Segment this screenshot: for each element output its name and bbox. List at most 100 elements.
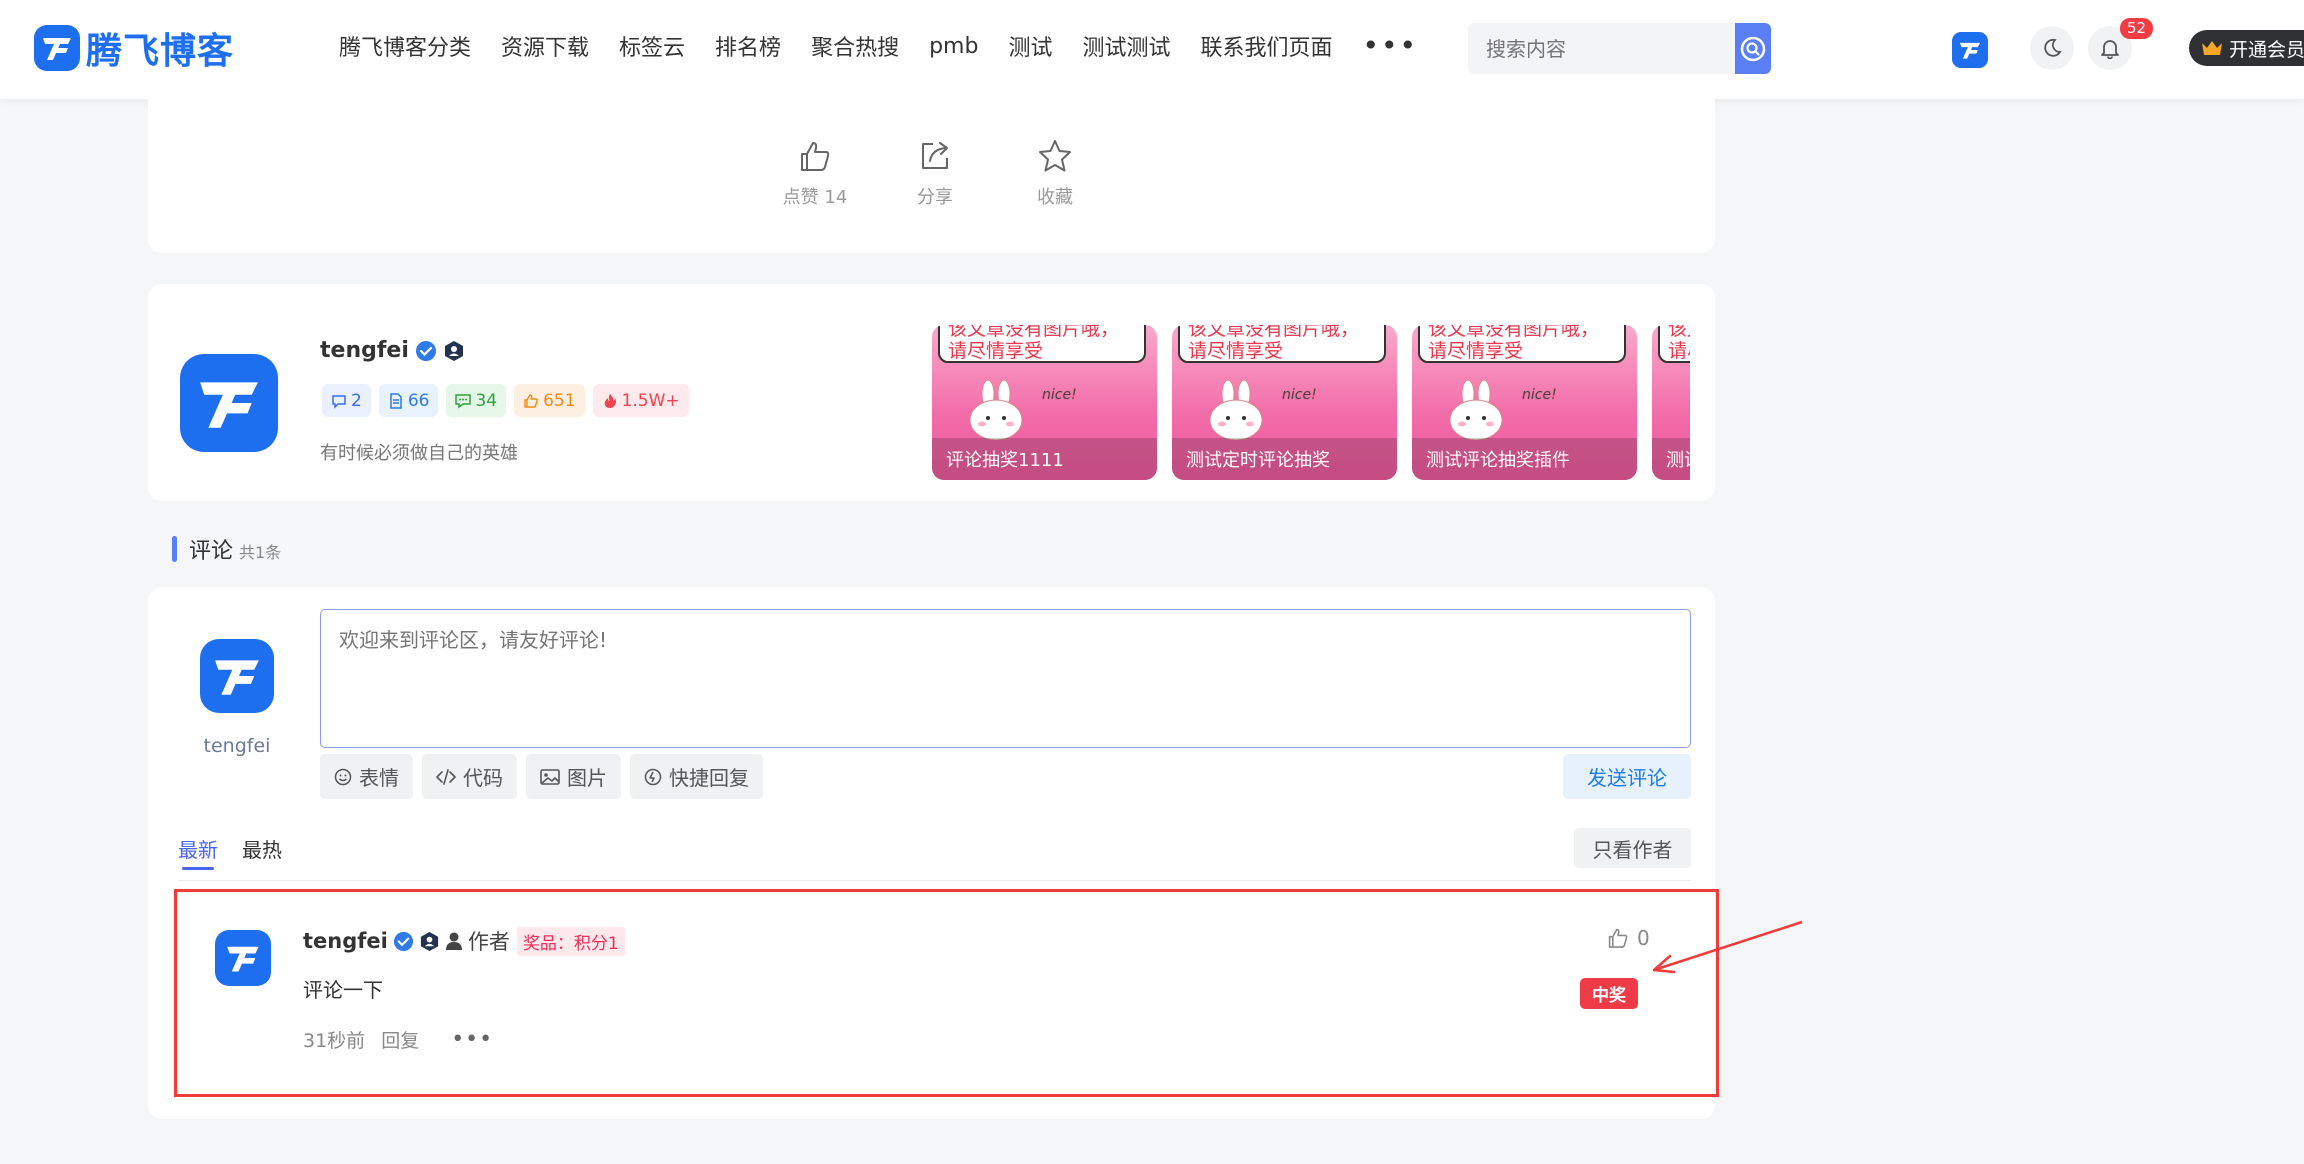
emoji-label: 表情 <box>359 766 399 790</box>
verified-icon <box>393 931 413 951</box>
comment-text: 评论一下 <box>303 978 383 1002</box>
comment-meta: 31秒前 回复 ••• <box>303 1026 493 1053</box>
post-thumb[interactable]: 该文章没有图片哦，请尽情享受 nice! 测试定时评论抽奖 <box>1172 325 1397 480</box>
stat-likes[interactable]: 651 <box>514 384 585 417</box>
send-comment-button[interactable]: 发送评论 <box>1563 754 1691 799</box>
post-thumb[interactable]: 该文章没有图片哦，请尽情享受 nice! 测试评论抽奖插件 <box>1412 325 1637 480</box>
nav-item-test-test[interactable]: 测试测试 <box>1082 30 1170 62</box>
notification-badge: 52 <box>2120 18 2154 39</box>
post-thumb[interactable]: 该文章没有图片哦，请尽情享受 测试 <box>1652 325 1690 480</box>
share-label: 分享 <box>917 187 953 208</box>
header-avatar[interactable] <box>1952 32 1988 68</box>
comment-sort-tabs: 最新 最热 <box>178 834 282 870</box>
search-input[interactable] <box>1468 23 1735 74</box>
author-role-label: 作者 <box>467 930 510 954</box>
main-nav: 腾飞博客分类 资源下载 标签云 排名榜 聚合热搜 pmb 测试 测试测试 联系我… <box>339 30 1418 62</box>
top-header: 腾飞博客 腾飞博客分类 资源下载 标签云 排名榜 聚合热搜 pmb 测试 测试测… <box>0 0 2304 99</box>
comments-count: 共1条 <box>239 543 282 562</box>
prize-tag: 奖品：积分1 <box>516 926 625 956</box>
chat-icon <box>455 393 472 408</box>
comment-item-highlighted: tengfei 作者 奖品：积分1 评论一下 31秒前 回复 ••• 0 中奖 <box>174 889 1719 1097</box>
site-logo[interactable]: 腾飞博客 <box>34 22 234 74</box>
current-user-avatar[interactable] <box>200 639 274 713</box>
author-posts-carousel: 该文章没有图片哦，请尽情享受 nice! 评论抽奖1111 该文章没有图片哦，请… <box>932 325 1690 480</box>
bunny-illustration-icon <box>1449 380 1503 440</box>
bell-icon <box>2101 40 2119 59</box>
author-name-row: tengfei <box>320 338 465 363</box>
nav-item-tag-cloud[interactable]: 标签云 <box>619 30 685 62</box>
section-accent-bar <box>172 536 177 562</box>
commenter-avatar[interactable] <box>215 930 271 986</box>
article-icon <box>390 392 402 409</box>
nav-item-downloads[interactable]: 资源下载 <box>501 30 589 62</box>
fire-icon <box>604 393 616 408</box>
only-author-button[interactable]: 只看作者 <box>1574 828 1691 868</box>
nav-item-test[interactable]: 测试 <box>1008 30 1052 62</box>
reply-button[interactable]: 回复 <box>381 1026 419 1053</box>
tab-newest[interactable]: 最新 <box>178 834 218 870</box>
post-thumb[interactable]: 该文章没有图片哦，请尽情享受 nice! 评论抽奖1111 <box>932 325 1157 480</box>
vip-label: 开通会员 <box>2229 38 2304 61</box>
logo-mark-icon <box>34 25 80 71</box>
verified-icon <box>415 340 436 361</box>
nav-item-contact[interactable]: 联系我们页面 <box>1200 30 1332 62</box>
like-label: 点赞 14 <box>782 187 848 208</box>
quick-reply-button[interactable]: 快捷回复 <box>630 754 763 799</box>
thumb-caption: 测试 <box>1652 438 1690 480</box>
moon-icon <box>2044 38 2062 57</box>
nav-item-pmb[interactable]: pmb <box>929 34 978 59</box>
code-icon <box>436 768 456 785</box>
stat-popularity[interactable]: 1.5W+ <box>592 384 689 417</box>
bunny-illustration-icon <box>1209 380 1263 440</box>
stat-popularity-value: 1.5W+ <box>621 390 680 411</box>
comment-input[interactable] <box>320 609 1691 748</box>
stat-likes-value: 651 <box>543 390 576 411</box>
nav-more-icon[interactable]: ••• <box>1363 32 1419 60</box>
stat-chats[interactable]: 34 <box>446 384 507 417</box>
user-icon <box>445 932 462 950</box>
stat-comments-value: 2 <box>351 390 362 411</box>
search-button[interactable] <box>1735 23 1771 74</box>
search-bar <box>1468 23 1771 74</box>
current-user-name: tengfei <box>203 735 271 757</box>
thumbs-up-icon <box>801 142 830 171</box>
vip-button[interactable]: 开通会员 <box>2189 30 2304 66</box>
nice-decoration-icon: nice! <box>1282 387 1317 403</box>
emoji-button[interactable]: 表情 <box>320 754 413 799</box>
quick-reply-label: 快捷回复 <box>669 766 749 790</box>
divider <box>178 880 1691 881</box>
stat-articles[interactable]: 66 <box>378 384 439 417</box>
nice-decoration-icon: nice! <box>1522 387 1557 403</box>
author-avatar[interactable] <box>180 354 278 452</box>
collect-action[interactable]: 收藏 <box>1005 139 1105 209</box>
commenter-name[interactable]: tengfei <box>303 929 388 953</box>
thumb-bubble-text: 该文章没有图片哦，请尽情享受 <box>1418 325 1626 363</box>
like-icon <box>524 393 538 408</box>
nav-item-hot-search[interactable]: 聚合热搜 <box>811 30 899 62</box>
star-icon <box>1039 140 1071 172</box>
stat-chats-value: 34 <box>475 390 498 411</box>
share-action[interactable]: 分享 <box>885 139 985 209</box>
author-name[interactable]: tengfei <box>320 338 409 363</box>
annotation-arrow-icon <box>1652 920 1803 974</box>
dark-mode-toggle[interactable] <box>2030 26 2074 70</box>
bunny-illustration-icon <box>969 380 1023 440</box>
code-label: 代码 <box>463 766 503 790</box>
like-action[interactable]: 点赞 14 <box>765 139 865 209</box>
tab-hottest[interactable]: 最热 <box>242 834 282 863</box>
author-card: tengfei 2 66 34 651 1.5W+ 有时候必须做自己的英雄 该文… <box>148 284 1715 501</box>
nav-item-ranking[interactable]: 排名榜 <box>715 30 781 62</box>
image-icon <box>540 768 560 785</box>
thumb-bubble-text: 该文章没有图片哦，请尽情享受 <box>1658 325 1690 363</box>
code-button[interactable]: 代码 <box>422 754 517 799</box>
smile-icon <box>334 768 352 785</box>
thumb-bubble-text: 该文章没有图片哦，请尽情享受 <box>1178 325 1386 363</box>
image-button[interactable]: 图片 <box>526 754 621 799</box>
nav-item-category[interactable]: 腾飞博客分类 <box>339 30 471 62</box>
stat-comments[interactable]: 2 <box>322 384 371 417</box>
quick-reply-icon <box>644 768 662 785</box>
stat-articles-value: 66 <box>407 390 430 411</box>
more-options-icon[interactable]: ••• <box>451 1027 493 1052</box>
win-badge: 中奖 <box>1580 978 1638 1009</box>
comment-time: 31秒前 <box>303 1030 366 1052</box>
